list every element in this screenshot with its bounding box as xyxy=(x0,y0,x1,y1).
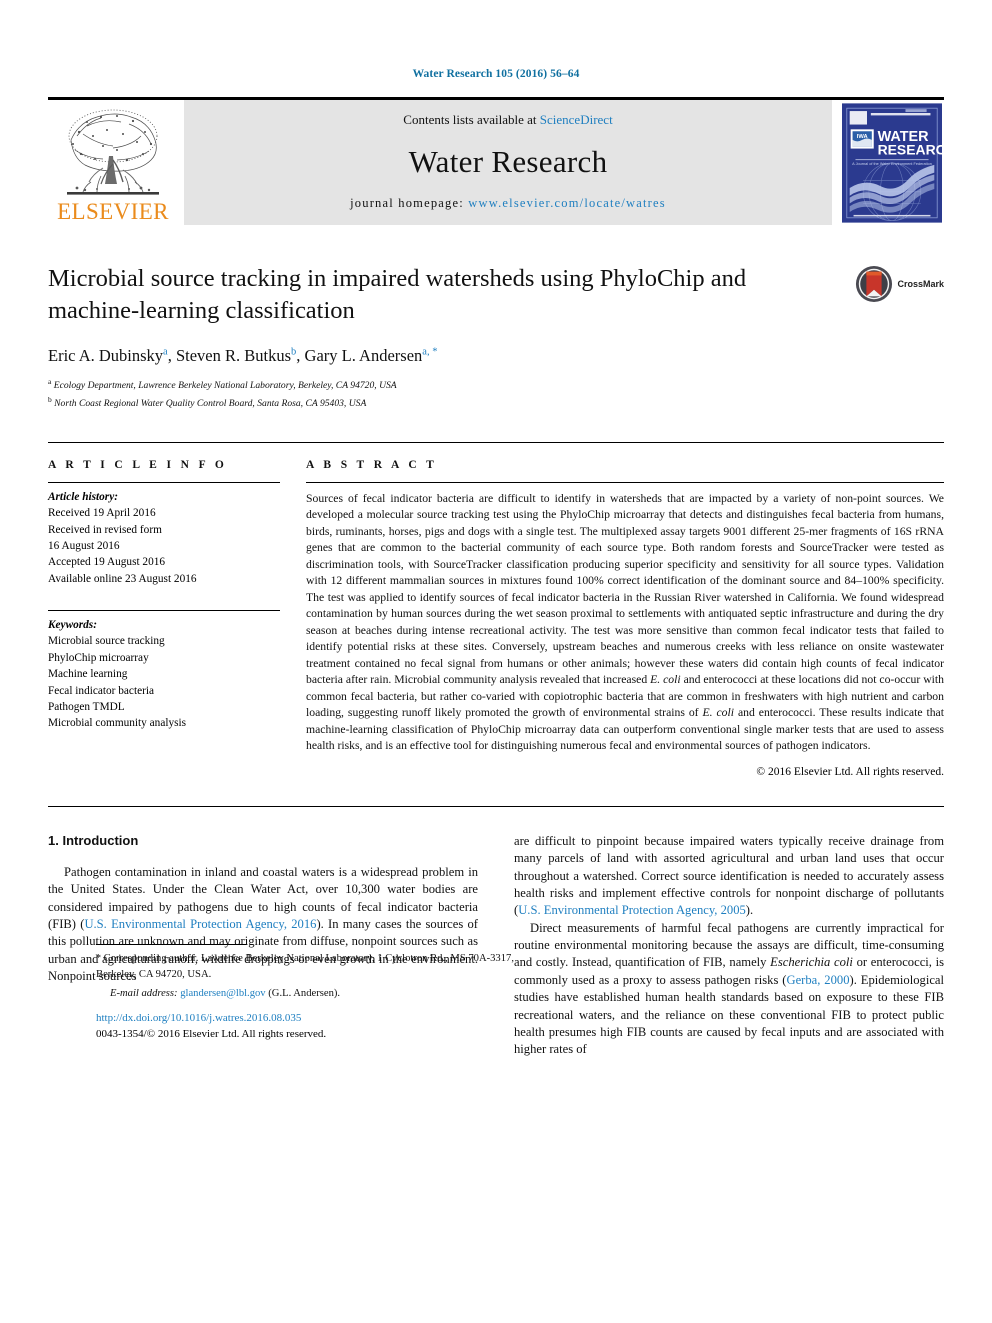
running-head: Water Research 105 (2016) 56–64 xyxy=(412,68,580,80)
author-entry: Steven R. Butkusb xyxy=(176,346,296,365)
keyword-item: Fecal indicator bacteria xyxy=(48,684,155,697)
sciencedirect-link[interactable]: ScienceDirect xyxy=(540,112,613,127)
keyword-item: Microbial source tracking xyxy=(48,635,165,648)
affiliation-text: Ecology Department, Lawrence Berkeley Na… xyxy=(53,379,397,391)
email-link[interactable]: glandersen@lbl.gov xyxy=(180,988,265,999)
article-history-label: Article history: xyxy=(48,490,118,503)
author-affil-mark: a xyxy=(163,346,168,358)
article-info-heading: A R T I C L E I N F O xyxy=(48,458,228,471)
contents-available-line: Contents lists available at ScienceDirec… xyxy=(403,112,612,128)
author-name: Eric A. Dubinsky xyxy=(48,345,164,365)
history-item: Accepted 19 August 2016 xyxy=(48,556,166,569)
corresponding-author-footnote: * Corresponding author. Lawrence Berkele… xyxy=(96,944,526,1000)
elsevier-tree-icon xyxy=(57,106,169,202)
author-list: Eric A. Dubinskya, Steven R. Butkusb, Ga… xyxy=(48,345,438,365)
journal-title: Water Research xyxy=(408,144,608,179)
keywords-label: Keywords: xyxy=(48,619,97,632)
homepage-url-link[interactable]: www.elsevier.com/locate/watres xyxy=(468,196,666,210)
svg-text:RESEARCH: RESEARCH xyxy=(878,141,942,157)
elsevier-wordmark: ELSEVIER xyxy=(57,199,169,224)
crossmark-label: CrossMark xyxy=(897,279,944,289)
keyword-item: PhyloChip microarray xyxy=(48,651,149,664)
affiliation-item: a Ecology Department, Lawrence Berkeley … xyxy=(48,376,944,394)
issn-copyright-line: 0043-1354/© 2016 Elsevier Ltd. All right… xyxy=(96,1028,327,1041)
doi-block: http://dx.doi.org/10.1016/j.watres.2016.… xyxy=(96,1010,526,1043)
email-label: E-mail address: xyxy=(110,987,178,999)
body-column-right: are difficult to pinpoint because impair… xyxy=(514,833,944,1059)
introduction-heading: 1. Introduction xyxy=(48,832,139,848)
author-entry: Eric A. Dubinskya xyxy=(48,346,168,365)
affiliation-list: a Ecology Department, Lawrence Berkeley … xyxy=(48,376,944,412)
keywords-group: Keywords: Microbial source tracking Phyl… xyxy=(48,604,280,732)
affiliation-text: North Coast Regional Water Quality Contr… xyxy=(54,397,367,409)
author-name: Gary L. Andersen xyxy=(304,345,423,365)
email-suffix: (G.L. Andersen). xyxy=(268,987,341,999)
corresponding-author-text: Corresponding author. Lawrence Berkeley … xyxy=(96,953,514,980)
citation-link[interactable]: U.S. Environmental Protection Agency, 20… xyxy=(84,917,316,931)
paper-page: Water Research 105 (2016) 56–64 ELSEVIER… xyxy=(0,0,992,1323)
article-history-group: Article history: Received 19 April 2016 … xyxy=(48,483,280,587)
keyword-item: Machine learning xyxy=(48,668,128,681)
svg-text:A Journal of the Water Environ: A Journal of the Water Environment Feder… xyxy=(852,161,932,165)
history-item: Received 19 April 2016 xyxy=(48,507,156,520)
divider xyxy=(48,805,944,807)
info-abstract-section: A R T I C L E I N F O Article history: R… xyxy=(48,441,944,778)
page-title: Microbial source tracking in impaired wa… xyxy=(48,265,747,324)
author-entry: Gary L. Andersena, * xyxy=(305,346,438,365)
citation-link[interactable]: U.S. Environmental Protection Agency, 20… xyxy=(518,903,746,917)
crossmark-badge[interactable]: CrossMark xyxy=(855,265,944,303)
divider xyxy=(96,944,246,946)
keyword-item: Pathogen TMDL xyxy=(48,700,125,713)
article-info-column: A R T I C L E I N F O Article history: R… xyxy=(48,459,306,778)
elsevier-logo: ELSEVIER xyxy=(48,100,178,225)
journal-band: Contents lists available at ScienceDirec… xyxy=(184,100,832,225)
author-name: Steven R. Butkus xyxy=(175,345,292,365)
history-item: 16 August 2016 xyxy=(48,539,120,552)
crossmark-icon xyxy=(856,265,893,303)
journal-cover-thumbnail: IWA WATER RESEARCH A Journal of the Wate… xyxy=(840,100,944,225)
keyword-item: Microbial community analysis xyxy=(48,717,187,730)
abstract-column: A B S T R A C T Sources of fecal indicat… xyxy=(306,459,944,778)
body-column-left: 1. Introduction Pathogen contamination i… xyxy=(48,832,514,1059)
author-affil-mark: b xyxy=(291,346,297,358)
history-item: Received in revised form xyxy=(48,523,162,536)
body-paragraph: Direct measurements of harmful fecal pat… xyxy=(514,920,945,1057)
journal-masthead: ELSEVIER Contents lists available at Sci… xyxy=(48,97,944,225)
footnote-marker: * xyxy=(96,953,101,965)
affiliation-item: b North Coast Regional Water Quality Con… xyxy=(48,394,944,412)
affiliation-mark: b xyxy=(48,394,52,404)
body-columns: 1. Introduction Pathogen contamination i… xyxy=(48,833,944,1059)
journal-homepage-line: journal homepage: www.elsevier.com/locat… xyxy=(350,196,666,211)
history-item: Available online 23 August 2016 xyxy=(48,572,197,585)
title-block: Microbial source tracking in impaired wa… xyxy=(48,263,944,412)
abstract-text: Sources of fecal indicator bacteria are … xyxy=(306,491,944,753)
contents-prefix: Contents lists available at xyxy=(403,112,537,127)
author-affil-mark: a, * xyxy=(422,346,438,358)
abstract-heading: A B S T R A C T xyxy=(306,458,438,471)
homepage-prefix: journal homepage: xyxy=(350,196,464,210)
abstract-copyright: © 2016 Elsevier Ltd. All rights reserved… xyxy=(756,765,944,778)
doi-link[interactable]: http://dx.doi.org/10.1016/j.watres.2016.… xyxy=(96,1010,526,1027)
body-paragraph: are difficult to pinpoint because impair… xyxy=(514,833,944,918)
citation-link[interactable]: Gerba, 2000 xyxy=(786,973,849,987)
affiliation-mark: a xyxy=(48,376,52,386)
